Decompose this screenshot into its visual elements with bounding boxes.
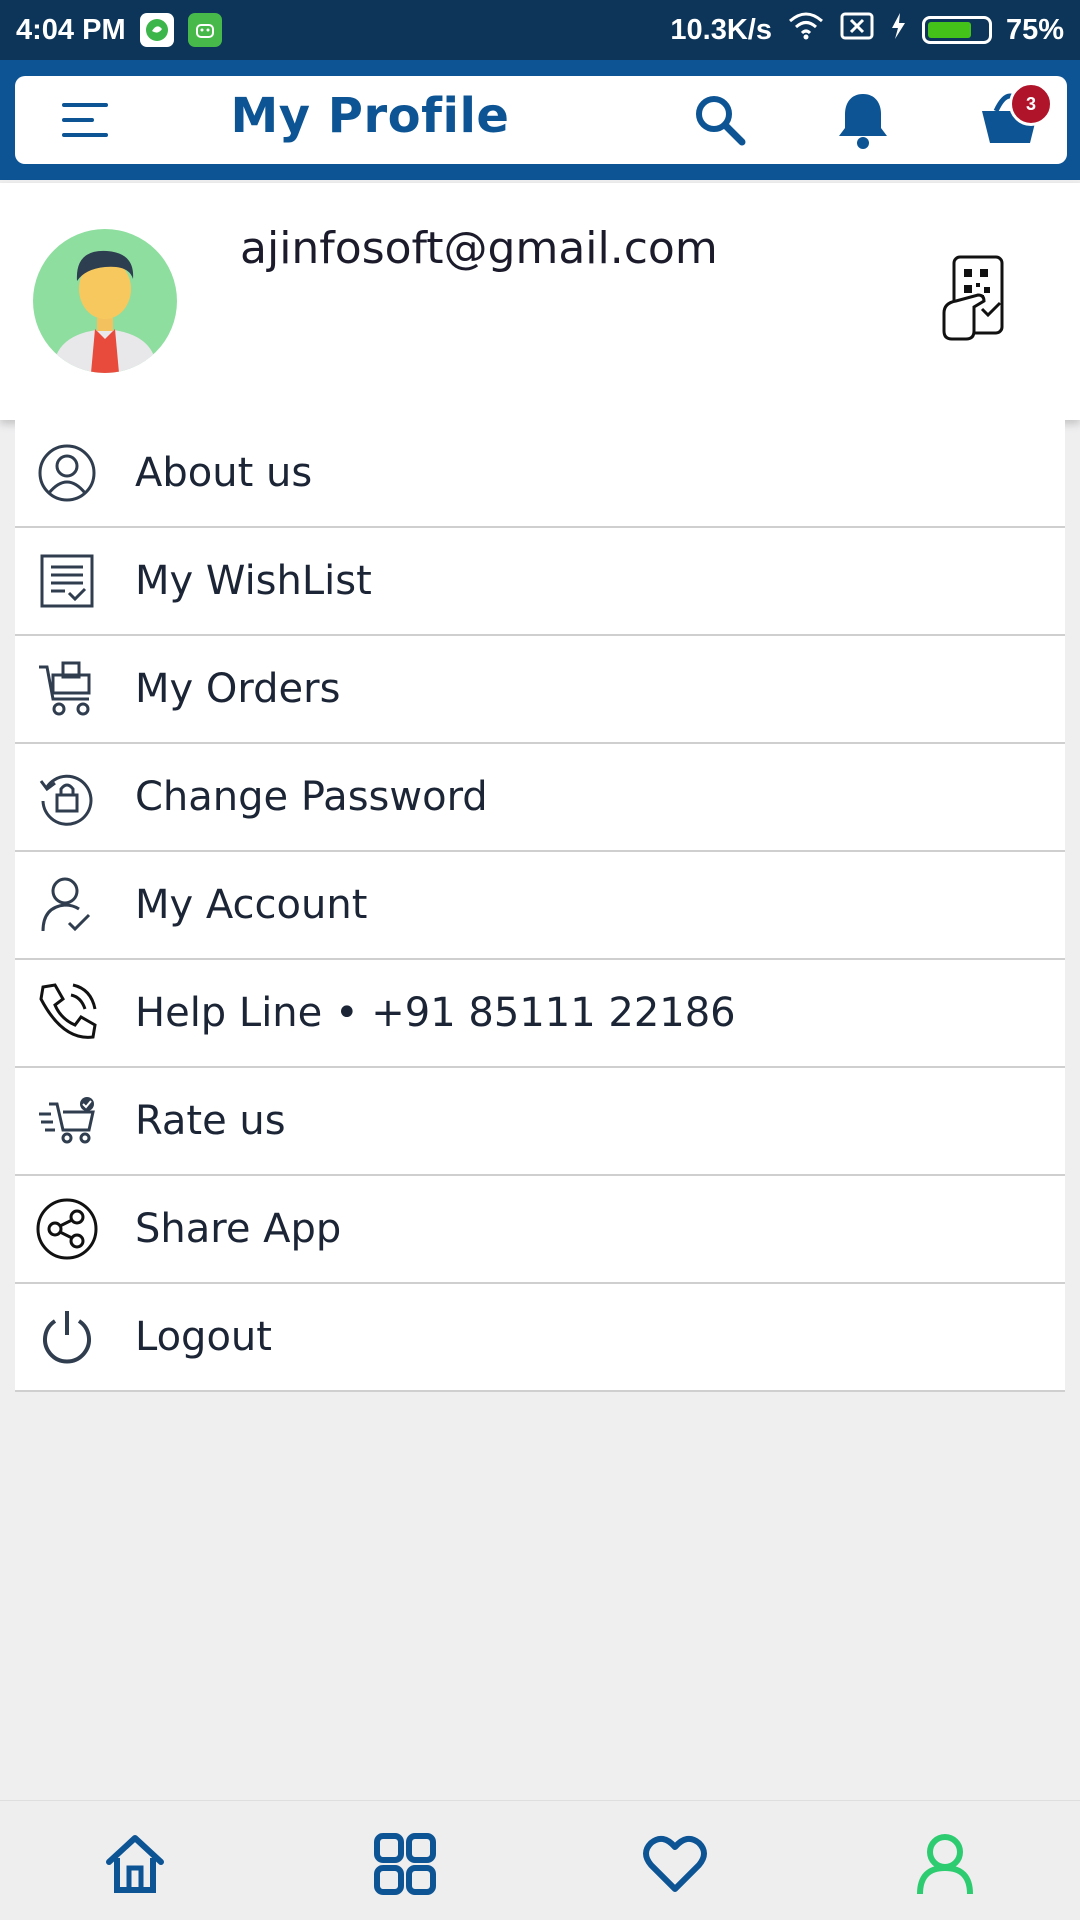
search-icon[interactable] (690, 90, 750, 150)
menu-item-logout[interactable]: Logout (15, 1284, 1065, 1392)
menu-label: Rate us (135, 1098, 286, 1144)
basket-icon[interactable]: 3 (975, 82, 1053, 150)
power-icon (35, 1305, 99, 1369)
menu-label: Logout (135, 1314, 272, 1360)
menu-label: Change Password (135, 774, 488, 820)
menu-item-my-orders[interactable]: My Orders (15, 636, 1065, 744)
profile-card: ajinfosoft@gmail.com (0, 183, 1080, 420)
menu-item-share-app[interactable]: Share App (15, 1176, 1065, 1284)
profile-menu: About us My WishList My Orders Change Pa… (15, 420, 1065, 1392)
share-icon (35, 1197, 99, 1261)
cart-box-icon (35, 657, 99, 721)
status-bar: 4:04 PM 10.3K/s 75% (0, 0, 1080, 60)
no-sim-icon (840, 11, 874, 49)
hamburger-icon[interactable] (55, 90, 115, 150)
fast-cart-icon (35, 1089, 99, 1153)
menu-label: About us (135, 450, 313, 496)
menu-label: My WishList (135, 558, 372, 604)
grid-icon[interactable] (370, 1829, 440, 1899)
lock-refresh-icon (35, 765, 99, 829)
phone-icon (35, 981, 99, 1045)
charging-icon (888, 11, 908, 49)
menu-label: My Orders (135, 666, 341, 712)
list-icon (35, 549, 99, 613)
menu-item-change-password[interactable]: Change Password (15, 744, 1065, 852)
qr-scan-icon[interactable] (940, 253, 1008, 353)
menu-label: Help Line • +91 85111 22186 (135, 990, 736, 1036)
battery-icon (921, 16, 992, 44)
user-check-icon (35, 873, 99, 937)
network-speed: 10.3K/s (670, 13, 772, 46)
bell-icon[interactable] (833, 90, 893, 150)
person-circle-icon (35, 441, 99, 505)
page-title: My Profile (230, 88, 510, 144)
menu-item-about-us[interactable]: About us (15, 420, 1065, 528)
heart-icon[interactable] (640, 1829, 710, 1899)
profile-icon[interactable] (910, 1829, 980, 1899)
menu-label: My Account (135, 882, 368, 928)
user-avatar[interactable] (33, 229, 177, 373)
app-header: My Profile 3 (15, 76, 1067, 164)
status-time: 4:04 PM (16, 13, 126, 46)
menu-item-my-account[interactable]: My Account (15, 852, 1065, 960)
cart-badge: 3 (1009, 82, 1053, 126)
menu-item-rate-us[interactable]: Rate us (15, 1068, 1065, 1176)
menu-item-wishlist[interactable]: My WishList (15, 528, 1065, 636)
home-icon[interactable] (100, 1829, 170, 1899)
profile-email: ajinfosoft@gmail.com (240, 223, 718, 274)
chat-app-icon (139, 13, 174, 47)
menu-item-help-line[interactable]: Help Line • +91 85111 22186 (15, 960, 1065, 1068)
android-app-icon (187, 13, 222, 47)
menu-label: Share App (135, 1206, 342, 1252)
bottom-navigation (0, 1800, 1080, 1920)
battery-percent: 75% (1005, 13, 1064, 46)
wifi-icon (786, 11, 826, 49)
